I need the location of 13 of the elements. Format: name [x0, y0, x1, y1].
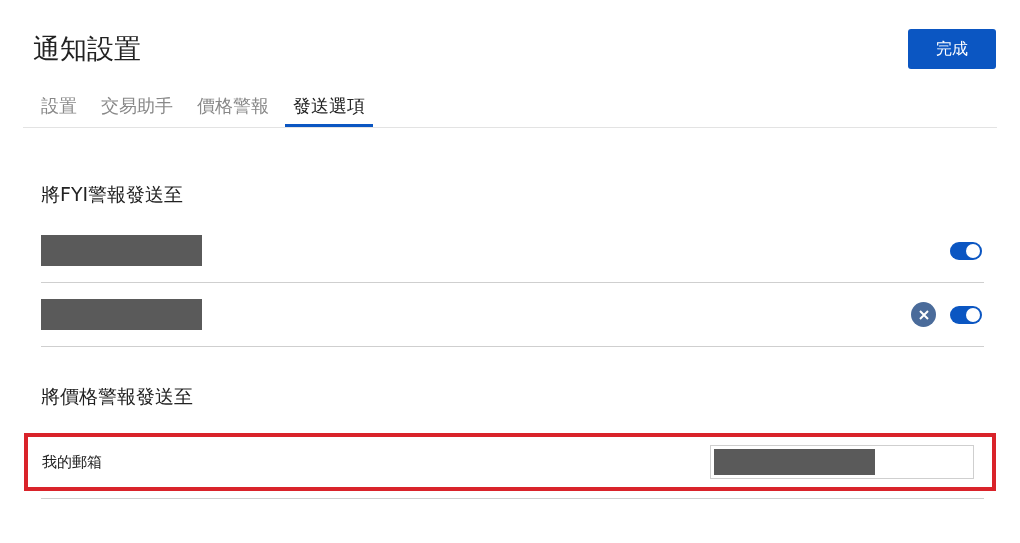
page-title: 通知設置 [33, 32, 141, 66]
section-heading: 將FYI警報發送至 [41, 182, 185, 207]
tab[interactable]: 設置 [33, 87, 85, 127]
remove-icon[interactable] [911, 302, 936, 327]
done-button[interactable]: 完成 [908, 29, 996, 69]
tab[interactable]: 發送選項 [285, 87, 373, 127]
toggle-switch[interactable] [950, 305, 982, 324]
section-heading: 將價格警報發送至 [41, 384, 194, 409]
email-label: 我的郵箱 [42, 451, 102, 473]
toggle-switch[interactable] [950, 241, 982, 260]
tab[interactable]: 交易助手 [93, 87, 181, 127]
tab[interactable]: 價格警報 [189, 87, 277, 127]
email-field[interactable] [710, 445, 974, 479]
